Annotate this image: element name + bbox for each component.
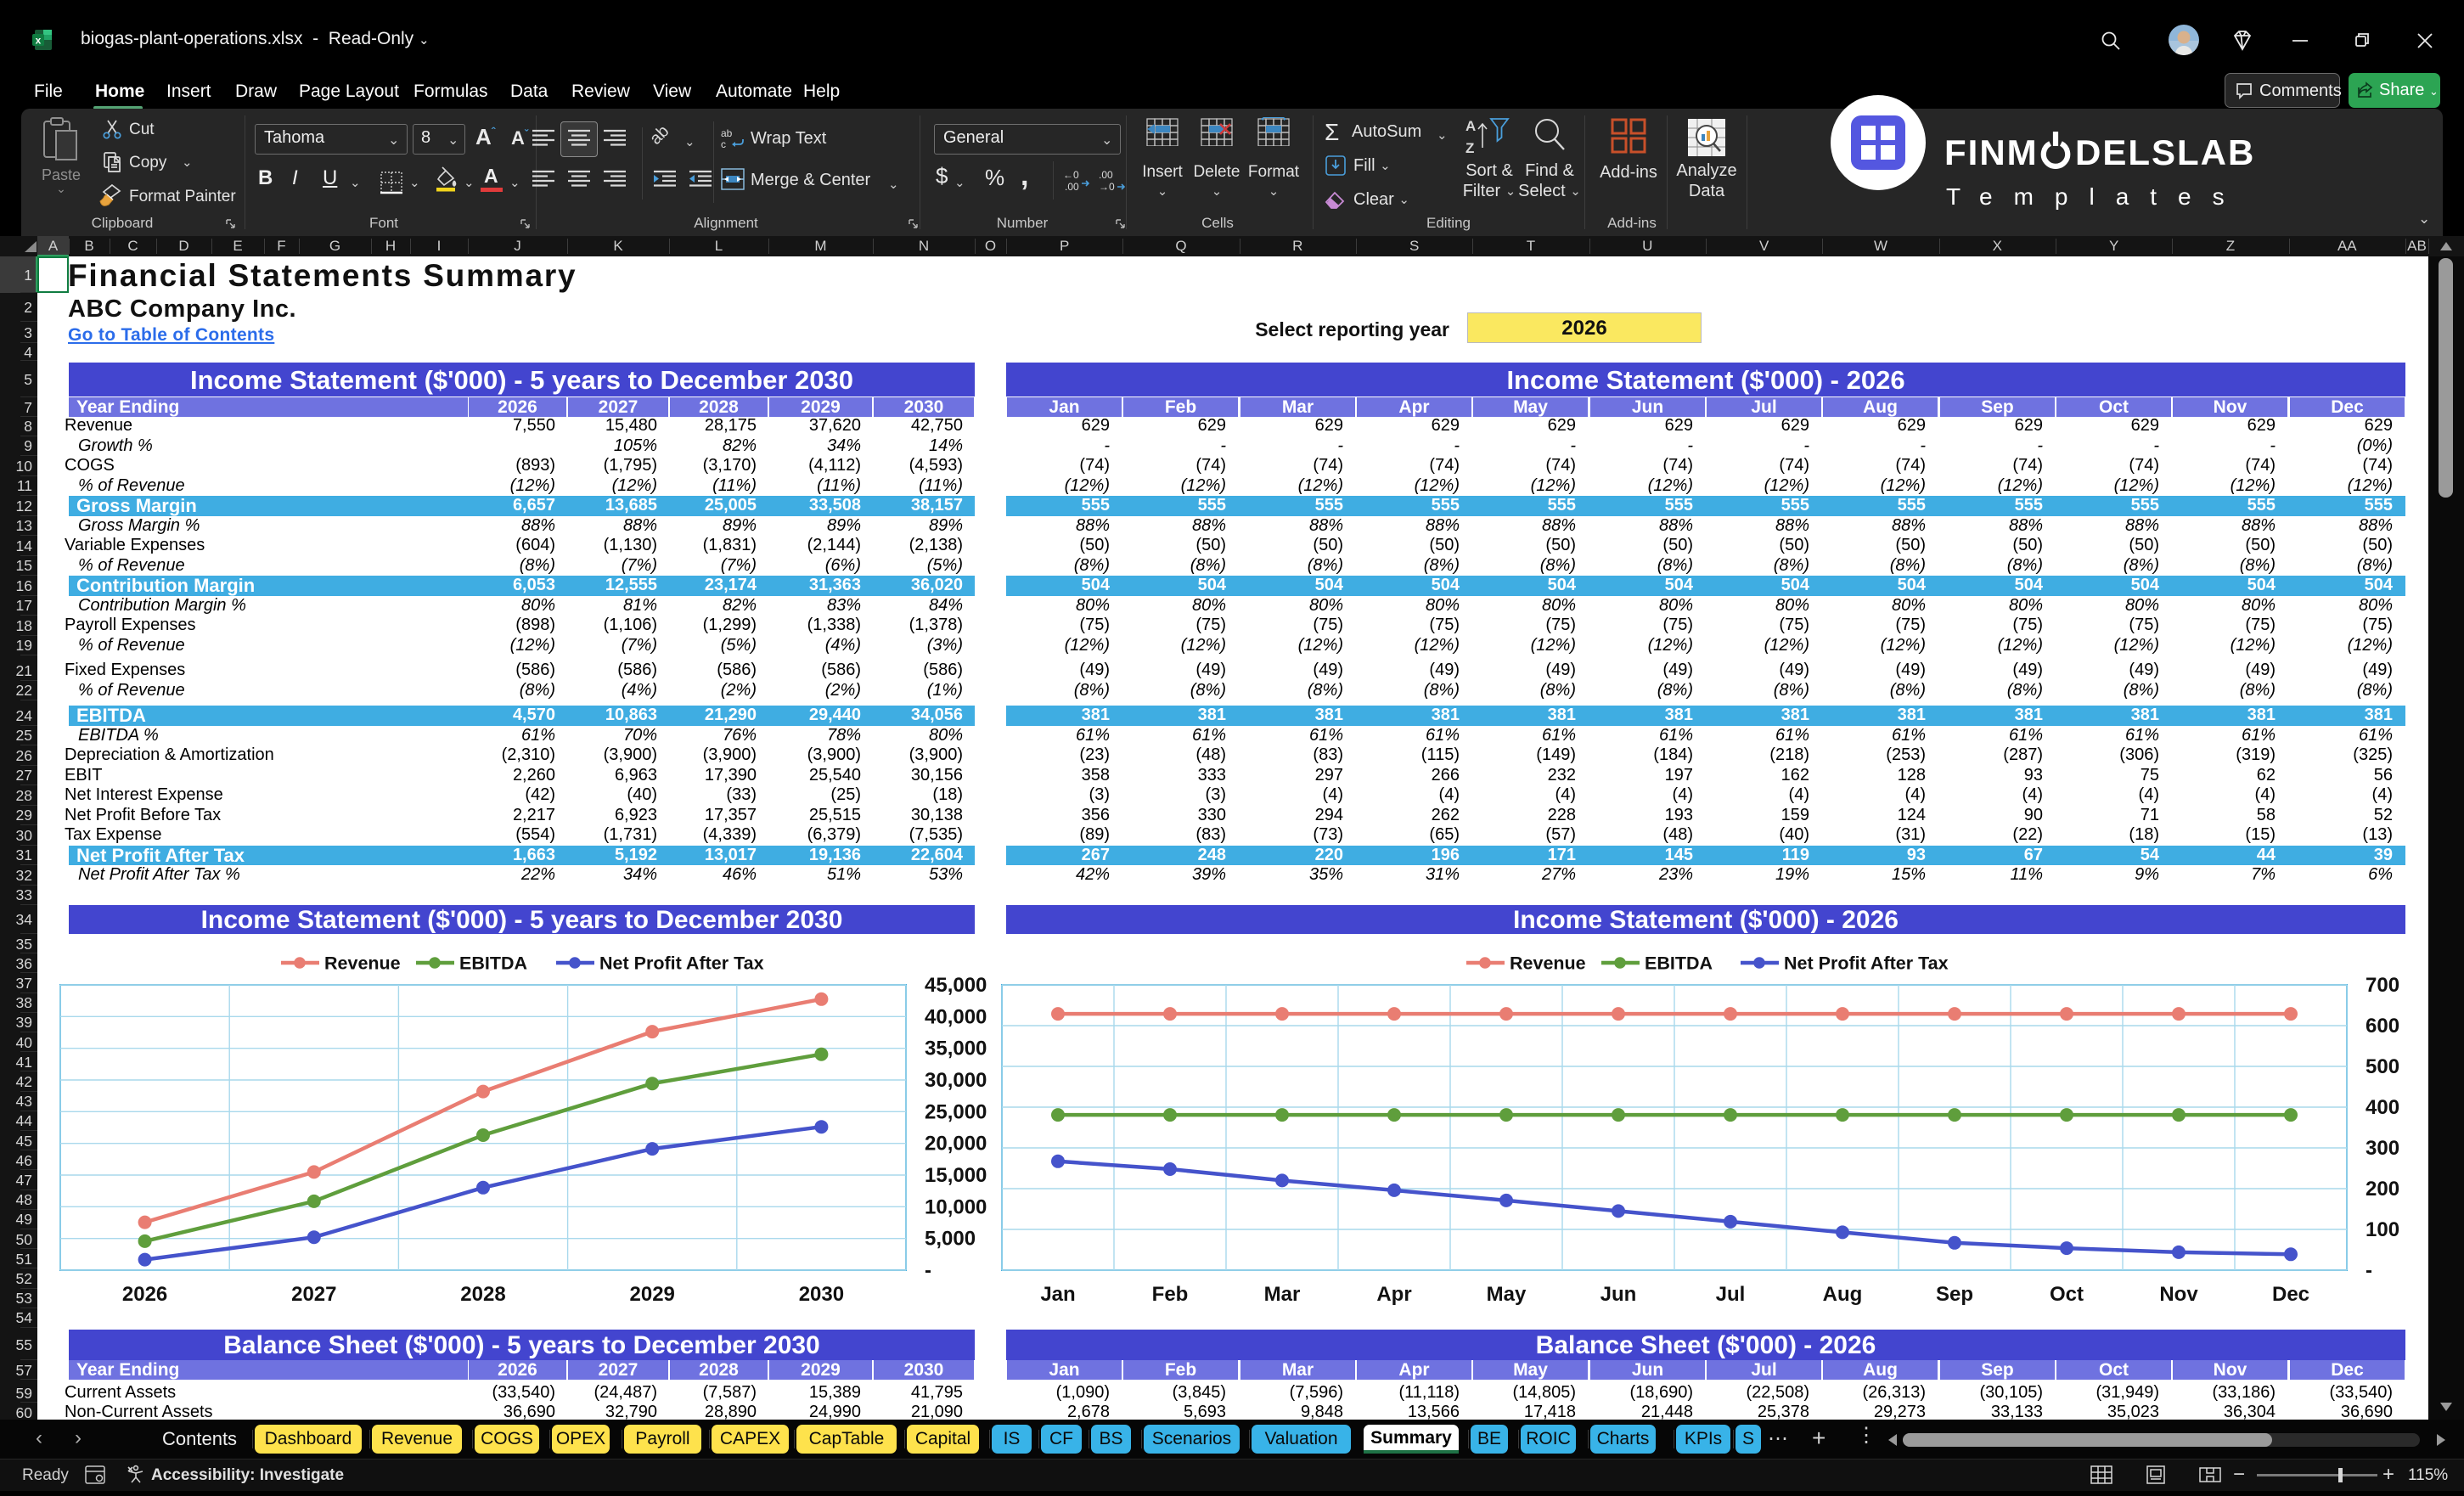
svg-text:400: 400 xyxy=(2366,1096,2399,1119)
svg-text:.00: .00 xyxy=(1065,181,1079,192)
svg-text:2027: 2027 xyxy=(291,1283,336,1306)
svg-text:A: A xyxy=(1465,118,1476,134)
svg-text:-: - xyxy=(2366,1259,2372,1282)
svg-text:Net Profit After Tax: Net Profit After Tax xyxy=(599,953,764,974)
svg-text:35,000: 35,000 xyxy=(925,1038,987,1060)
svg-text:←0: ←0 xyxy=(1063,169,1079,181)
svg-text:-: - xyxy=(925,1259,931,1282)
svg-text:45,000: 45,000 xyxy=(925,974,987,997)
svg-text:Jun: Jun xyxy=(1600,1283,1637,1306)
svg-text:May: May xyxy=(1487,1283,1527,1306)
svg-text:Mar: Mar xyxy=(1264,1283,1301,1306)
svg-text:600: 600 xyxy=(2366,1015,2399,1038)
svg-text:x: x xyxy=(36,35,42,47)
svg-text:Z: Z xyxy=(1465,140,1474,156)
svg-text:20,000: 20,000 xyxy=(925,1133,987,1156)
svg-text:2026: 2026 xyxy=(122,1283,167,1306)
svg-text:Feb: Feb xyxy=(1152,1283,1189,1306)
svg-text:.00: .00 xyxy=(1099,169,1113,181)
svg-text:→0: →0 xyxy=(1099,181,1115,192)
svg-text:500: 500 xyxy=(2366,1055,2399,1078)
svg-text:2030: 2030 xyxy=(799,1283,844,1306)
svg-text:300: 300 xyxy=(2366,1137,2399,1160)
svg-text:2029: 2029 xyxy=(630,1283,675,1306)
svg-text:15,000: 15,000 xyxy=(925,1164,987,1187)
svg-text:30,000: 30,000 xyxy=(925,1069,987,1092)
svg-text:Jul: Jul xyxy=(1716,1283,1746,1306)
svg-text:25,000: 25,000 xyxy=(925,1100,987,1123)
svg-text:Revenue: Revenue xyxy=(324,953,401,974)
svg-text:200: 200 xyxy=(2366,1178,2399,1201)
svg-text:Jan: Jan xyxy=(1040,1283,1075,1306)
svg-text:10,000: 10,000 xyxy=(925,1195,987,1218)
svg-text:c: c xyxy=(721,138,726,149)
svg-text:EBITDA: EBITDA xyxy=(459,953,527,974)
svg-text:40,000: 40,000 xyxy=(925,1005,987,1028)
svg-text:Apr: Apr xyxy=(1376,1283,1411,1306)
svg-text:5,000: 5,000 xyxy=(925,1228,976,1251)
svg-text:700: 700 xyxy=(2366,974,2399,997)
svg-text:2028: 2028 xyxy=(460,1283,505,1306)
svg-text:Nov: Nov xyxy=(2159,1283,2198,1306)
svg-text:Sep: Sep xyxy=(1936,1283,1973,1306)
svg-text:100: 100 xyxy=(2366,1218,2399,1241)
svg-text:Aug: Aug xyxy=(1823,1283,1863,1306)
svg-text:EBITDA: EBITDA xyxy=(1645,953,1713,974)
svg-text:Oct: Oct xyxy=(2050,1283,2084,1306)
svg-text:ab: ab xyxy=(721,127,733,139)
svg-text:Revenue: Revenue xyxy=(1510,953,1586,974)
svg-text:Dec: Dec xyxy=(2272,1283,2309,1306)
svg-text:Net Profit After Tax: Net Profit After Tax xyxy=(1784,953,1949,974)
